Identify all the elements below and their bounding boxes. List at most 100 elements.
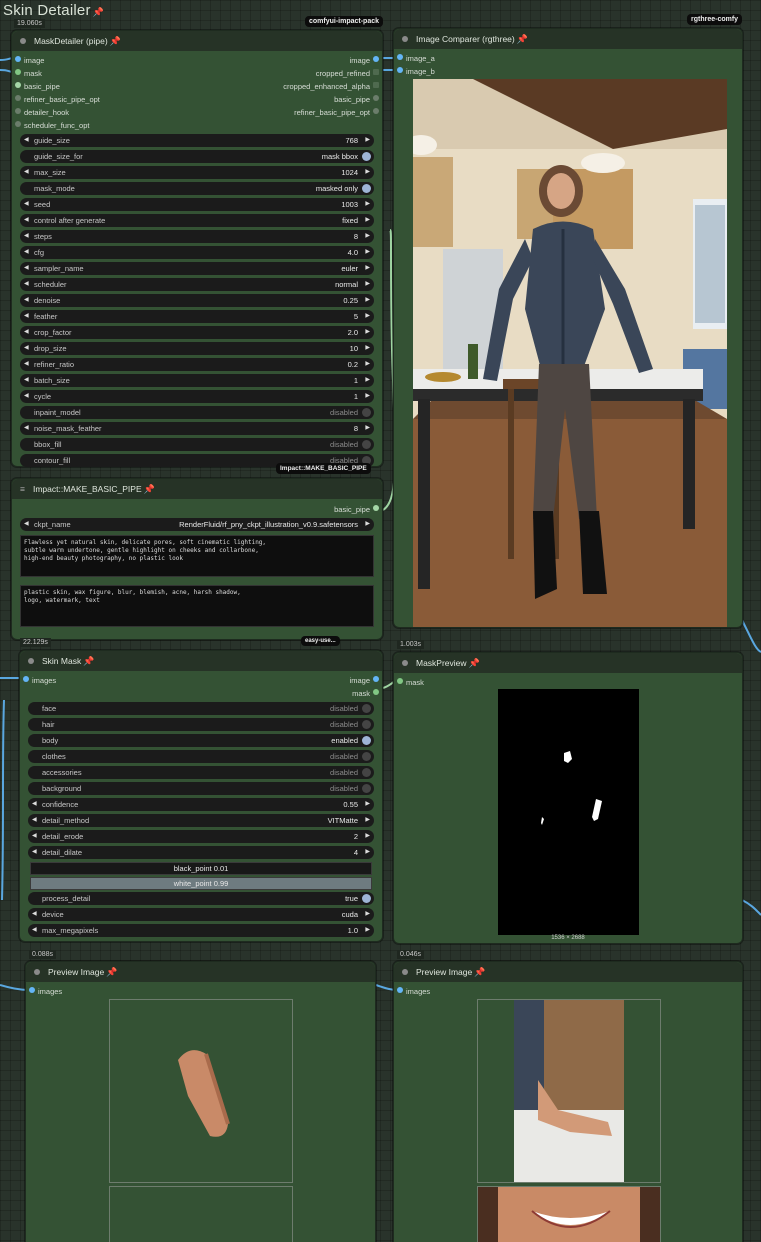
input-socket-pipe[interactable]: [15, 82, 21, 88]
widget-hair[interactable]: hair disabled: [28, 718, 374, 731]
widget-inpaint-model[interactable]: inpaint_model disabled: [20, 406, 374, 419]
arrow-right-icon[interactable]: ▶: [365, 424, 370, 431]
widget-scheduler[interactable]: ◀ scheduler normal ▶: [20, 278, 374, 291]
widget-sampler-name[interactable]: ◀ sampler_name euler ▶: [20, 262, 374, 275]
preview-right-header[interactable]: Preview Image 📌: [394, 962, 742, 982]
toggle-knob-icon[interactable]: [362, 736, 371, 745]
arrow-right-icon[interactable]: ▶: [365, 136, 370, 143]
arrow-left-icon[interactable]: ◀: [24, 168, 29, 175]
preview-thumbnail[interactable]: [477, 999, 661, 1183]
negative-prompt-textarea[interactable]: plastic skin, wax figure, blur, blemish,…: [20, 585, 374, 627]
toggle-knob-icon[interactable]: [362, 184, 371, 193]
arrow-right-icon[interactable]: ▶: [365, 910, 370, 917]
arrow-left-icon[interactable]: ◀: [24, 248, 29, 255]
input-socket-image[interactable]: [15, 56, 21, 62]
ckpt-name-combo[interactable]: ◀ ckpt_name RenderFluid/rf_pny_ckpt_illust…: [20, 518, 374, 531]
widget-accessories[interactable]: accessories disabled: [28, 766, 374, 779]
toggle-knob-icon[interactable]: [362, 408, 371, 417]
input-socket-images[interactable]: [23, 676, 29, 682]
arrow-right-icon[interactable]: ▶: [365, 216, 370, 223]
arrow-left-icon[interactable]: ◀: [24, 280, 29, 287]
widget-batch-size[interactable]: ◀ batch_size 1 ▶: [20, 374, 374, 387]
preview-image-node-right[interactable]: Preview Image 📌 images: [393, 961, 743, 1242]
collapse-dot-icon[interactable]: [34, 969, 40, 975]
collapse-dot-icon[interactable]: [20, 38, 26, 44]
widget-max-size[interactable]: ◀ max_size 1024 ▶: [20, 166, 374, 179]
arrow-left-icon[interactable]: ◀: [24, 232, 29, 239]
output-socket-mask[interactable]: [373, 689, 379, 695]
widget-detail-method[interactable]: ◀ detail_method VITMatte ▶: [28, 814, 374, 827]
widget-crop-factor[interactable]: ◀ crop_factor 2.0 ▶: [20, 326, 374, 339]
arrow-right-icon[interactable]: ▶: [365, 520, 370, 527]
widget-body[interactable]: body enabled: [28, 734, 374, 747]
collapse-dot-icon[interactable]: [402, 660, 408, 666]
widget-detail-erode[interactable]: ◀ detail_erode 2 ▶: [28, 830, 374, 843]
arrow-left-icon[interactable]: ◀: [24, 392, 29, 399]
widget-seed[interactable]: ◀ seed 1003 ▶: [20, 198, 374, 211]
widget-clothes[interactable]: clothes disabled: [28, 750, 374, 763]
arrow-right-icon[interactable]: ▶: [365, 248, 370, 255]
toggle-knob-icon[interactable]: [362, 894, 371, 903]
arrow-left-icon[interactable]: ◀: [24, 216, 29, 223]
output-socket-list[interactable]: [373, 69, 379, 75]
skin-mask-header[interactable]: Skin Mask 📌: [20, 651, 382, 671]
arrow-left-icon[interactable]: ◀: [32, 926, 37, 933]
toggle-knob-icon[interactable]: [362, 704, 371, 713]
group-title[interactable]: Skin Detailer 📌: [3, 2, 104, 19]
arrow-left-icon[interactable]: ◀: [32, 800, 37, 807]
arrow-left-icon[interactable]: ◀: [32, 910, 37, 917]
input-socket-image-b[interactable]: [397, 67, 403, 73]
arrow-right-icon[interactable]: ▶: [365, 264, 370, 271]
arrow-left-icon[interactable]: ◀: [24, 360, 29, 367]
widget-max-megapixels[interactable]: ◀ max_megapixels 1.0 ▶: [28, 924, 374, 937]
arrow-left-icon[interactable]: ◀: [24, 344, 29, 351]
make-basic-pipe-header[interactable]: ≡ Impact::MAKE_BASIC_PIPE 📌: [12, 479, 382, 499]
widget-bbox-fill[interactable]: bbox_fill disabled: [20, 438, 374, 451]
arrow-right-icon[interactable]: ▶: [365, 280, 370, 287]
black-point-slider[interactable]: black_point 0.01: [30, 862, 372, 875]
output-socket[interactable]: [373, 108, 379, 114]
preview-thumbnail[interactable]: [477, 1186, 661, 1242]
toggle-knob-icon[interactable]: [362, 720, 371, 729]
comparer-image[interactable]: [413, 79, 727, 627]
arrow-left-icon[interactable]: ◀: [24, 264, 29, 271]
arrow-right-icon[interactable]: ▶: [365, 312, 370, 319]
arrow-right-icon[interactable]: ▶: [365, 376, 370, 383]
output-socket-image[interactable]: [373, 56, 379, 62]
arrow-right-icon[interactable]: ▶: [365, 360, 370, 367]
arrow-left-icon[interactable]: ◀: [24, 376, 29, 383]
arrow-left-icon[interactable]: ◀: [24, 200, 29, 207]
output-socket[interactable]: [373, 95, 379, 101]
arrow-left-icon[interactable]: ◀: [32, 848, 37, 855]
mask-preview-header[interactable]: MaskPreview 📌: [394, 653, 742, 673]
arrow-left-icon[interactable]: ◀: [24, 296, 29, 303]
arrow-right-icon[interactable]: ▶: [365, 168, 370, 175]
widget-drop-size[interactable]: ◀ drop_size 10 ▶: [20, 342, 374, 355]
toggle-knob-icon[interactable]: [362, 152, 371, 161]
arrow-right-icon[interactable]: ▶: [365, 200, 370, 207]
preview-left-header[interactable]: Preview Image 📌: [26, 962, 375, 982]
arrow-left-icon[interactable]: ◀: [24, 136, 29, 143]
input-socket-mask[interactable]: [15, 69, 21, 75]
arrow-right-icon[interactable]: ▶: [365, 832, 370, 839]
arrow-left-icon[interactable]: ◀: [32, 816, 37, 823]
arrow-left-icon[interactable]: ◀: [24, 424, 29, 431]
arrow-left-icon[interactable]: ◀: [32, 832, 37, 839]
positive-prompt-textarea[interactable]: Flawless yet natural skin, delicate pore…: [20, 535, 374, 577]
widget-guide-size-for[interactable]: guide_size_for mask bbox: [20, 150, 374, 163]
input-socket[interactable]: [15, 121, 21, 127]
widget-detail-dilate[interactable]: ◀ detail_dilate 4 ▶: [28, 846, 374, 859]
collapse-dot-icon[interactable]: [402, 36, 408, 42]
arrow-left-icon[interactable]: ◀: [24, 520, 29, 527]
widget-feather[interactable]: ◀ feather 5 ▶: [20, 310, 374, 323]
input-socket-mask[interactable]: [397, 678, 403, 684]
skin-mask-node[interactable]: Skin Mask 📌 images image mask face disabled…: [19, 650, 383, 942]
collapse-dot-icon[interactable]: [28, 658, 34, 664]
widget-face[interactable]: face disabled: [28, 702, 374, 715]
widget-background[interactable]: background disabled: [28, 782, 374, 795]
input-socket[interactable]: [15, 95, 21, 101]
widget-noise-mask-feather[interactable]: ◀ noise_mask_feather 8 ▶: [20, 422, 374, 435]
output-socket-list[interactable]: [373, 82, 379, 88]
preview-thumbnail[interactable]: [109, 999, 293, 1183]
toggle-knob-icon[interactable]: [362, 440, 371, 449]
